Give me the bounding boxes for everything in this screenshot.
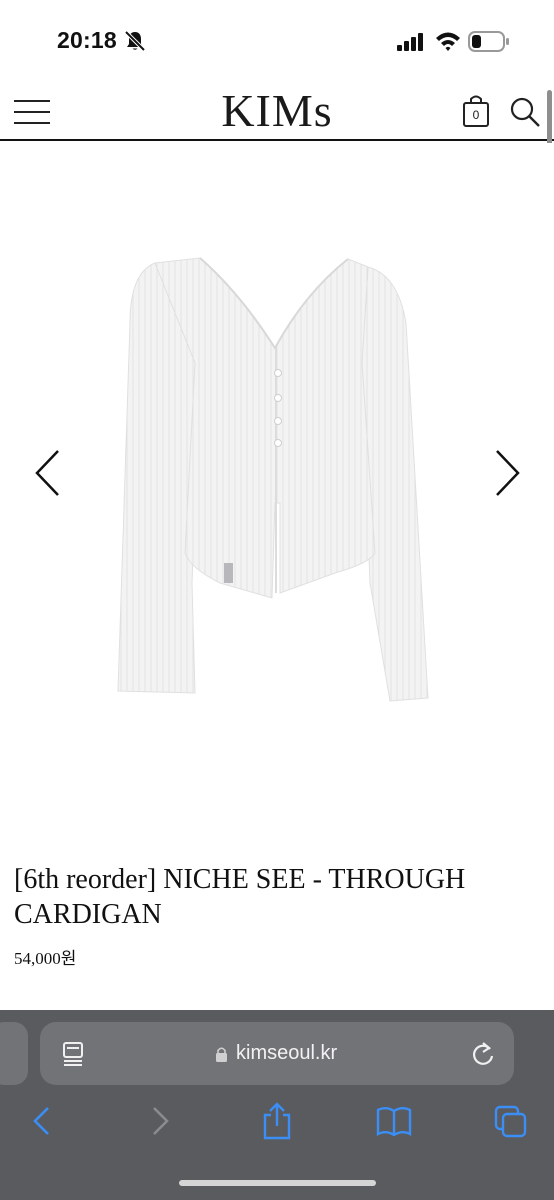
tabs-icon[interactable]: [494, 1102, 528, 1140]
product-gallery[interactable]: [0, 143, 554, 823]
cart-icon[interactable]: 0: [462, 94, 490, 128]
lock-icon: [216, 1047, 227, 1062]
product-title: [6th reorder] NICHE SEE - THROUGH CARDIG…: [14, 864, 466, 930]
chevron-right-icon[interactable]: [493, 448, 525, 498]
tab-overview-icon[interactable]: [62, 1041, 86, 1067]
browser-bar: kimseoul.kr: [0, 1010, 554, 1200]
reload-icon[interactable]: [470, 1040, 496, 1068]
status-time: 20:18: [57, 27, 117, 53]
site-header: KIMs 0: [0, 80, 554, 141]
product-price: 54,000원: [14, 949, 77, 968]
bookmarks-icon[interactable]: [376, 1102, 412, 1140]
white-ribbed-cardigan-image: [117, 257, 429, 702]
wifi-icon: [436, 32, 460, 51]
back-icon[interactable]: [30, 1102, 52, 1140]
cart-count: 0: [472, 108, 480, 122]
url-text: kimseoul.kr: [236, 1042, 338, 1064]
status-bar: 20:18: [0, 0, 554, 80]
previous-tab-preview[interactable]: [0, 1022, 28, 1085]
forward-icon[interactable]: [150, 1102, 172, 1140]
bell-slash-icon: [124, 30, 146, 52]
battery-icon: [468, 31, 509, 52]
home-indicator[interactable]: [179, 1180, 376, 1186]
address-bar[interactable]: kimseoul.kr: [40, 1022, 514, 1085]
search-icon[interactable]: [509, 96, 541, 128]
signal-icon: [397, 33, 423, 51]
share-icon[interactable]: [262, 1102, 292, 1140]
chevron-left-icon[interactable]: [32, 448, 64, 498]
